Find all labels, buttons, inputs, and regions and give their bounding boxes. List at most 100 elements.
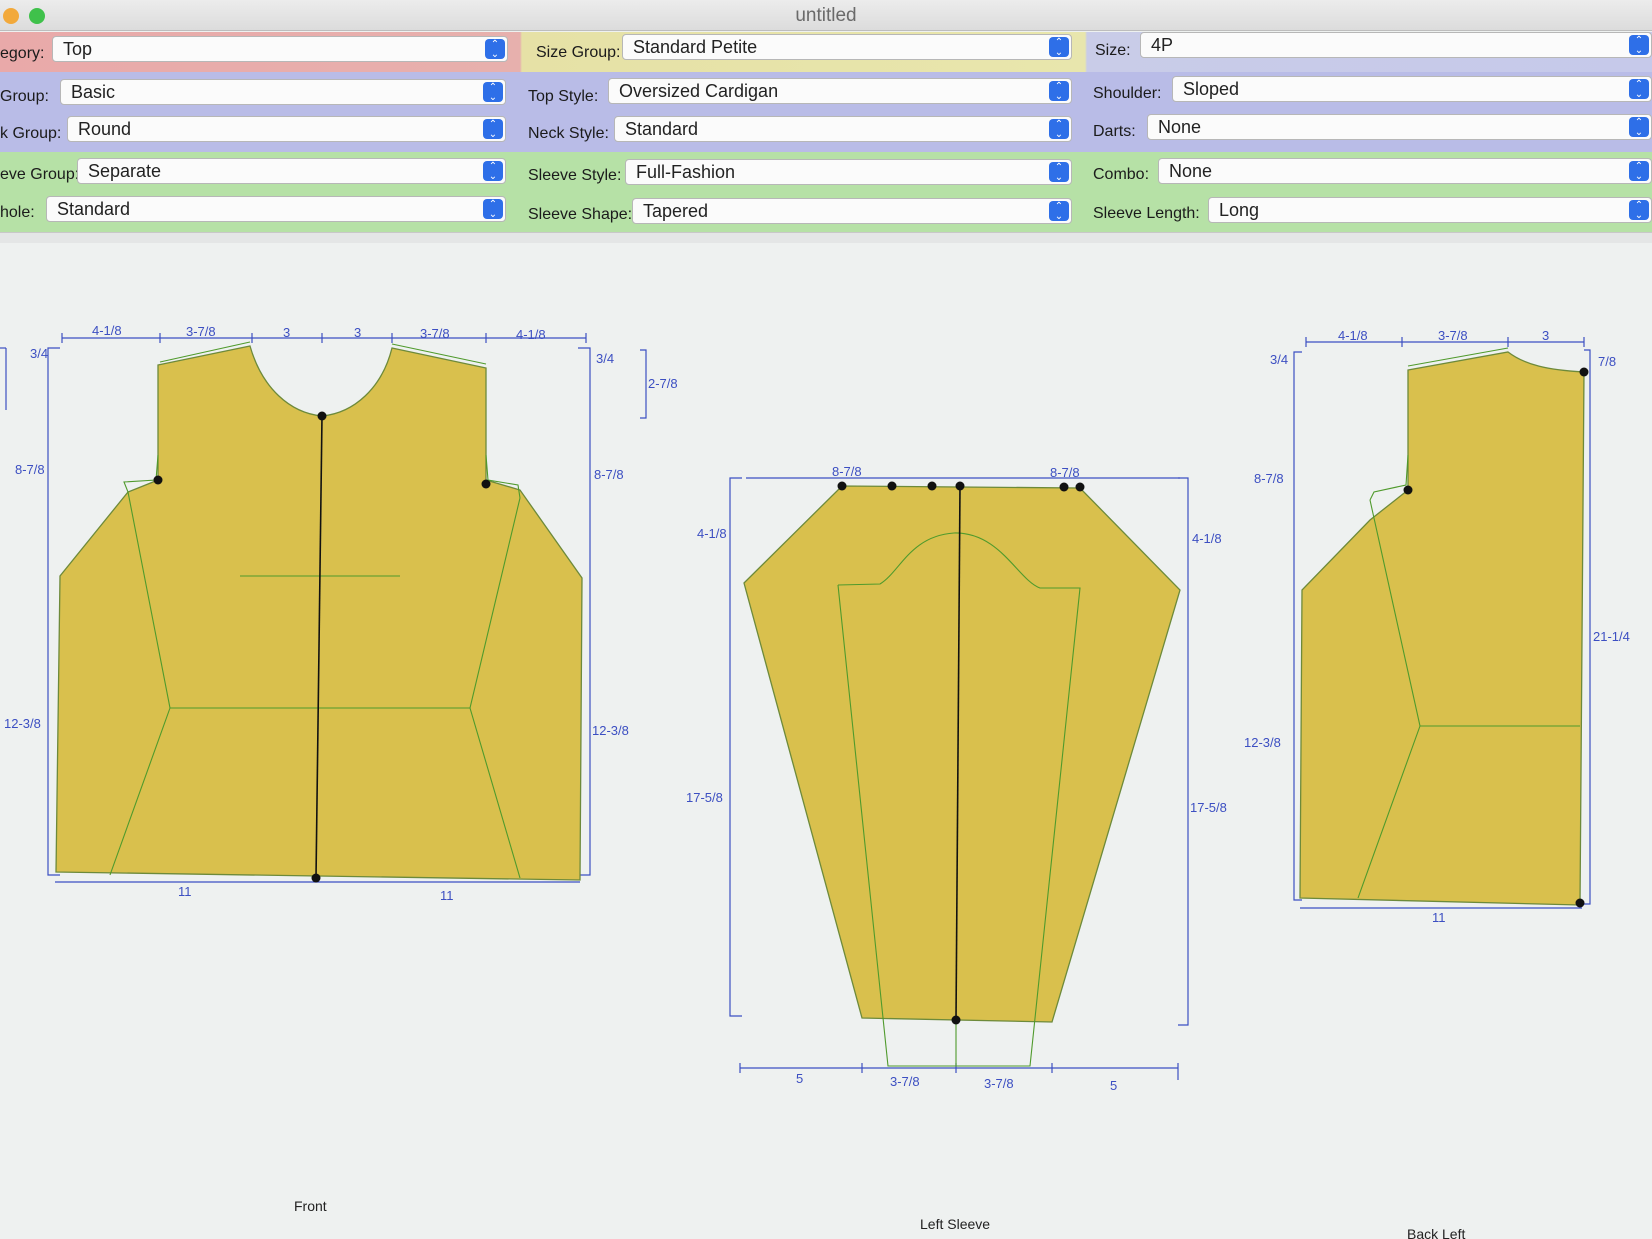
size-group-label: Size Group:	[536, 44, 621, 61]
chevron-updown-icon: ⌃ ⌄	[483, 199, 503, 220]
chevron-updown-icon: ⌃ ⌄	[1049, 201, 1069, 222]
neck-style-label: Neck Style:	[528, 125, 609, 142]
sleeve-shape-label: Sleeve Shape:	[528, 206, 633, 223]
chevron-updown-icon: ⌃ ⌄	[1049, 119, 1069, 140]
chevron-updown-icon: ⌃ ⌄	[1049, 81, 1069, 102]
back-dim-top-2: 3-7/8	[1438, 328, 1468, 343]
sleeve-style-select[interactable]: Full-Fashion ⌃ ⌄	[625, 159, 1072, 185]
splitter[interactable]	[0, 232, 1652, 243]
sleeve-length-label: Sleeve Length:	[1093, 205, 1200, 222]
left-sleeve-piece[interactable]: 8-7/8 8-7/8 4-1/8 4-1/8 17-5/8 17-5/8 5 …	[686, 464, 1227, 1232]
front-dim-top-5: 3-7/8	[420, 326, 450, 341]
top-style-value: Oversized Cardigan	[619, 81, 779, 101]
sleeve-style-label: Sleeve Style:	[528, 167, 622, 184]
sleeve-body-shape	[743, 485, 1181, 1023]
neck-style-select[interactable]: Standard ⌃ ⌄	[614, 116, 1072, 142]
shoulder-select[interactable]: Sloped ⌃ ⌄	[1172, 76, 1652, 102]
back-dim-armhole: 8-7/8	[1254, 471, 1284, 486]
chevron-updown-icon: ⌃ ⌄	[483, 82, 503, 103]
sleeve-dim-bottom-3: 3-7/8	[984, 1076, 1014, 1091]
front-piece[interactable]: 4-1/8 3-7/8 3 3 3-7/8 4-1/8 3/4 3/4 2-7/…	[0, 323, 678, 1214]
front-dim-left-armhole: 8-7/8	[15, 462, 45, 477]
chevron-updown-icon: ⌃ ⌄	[1629, 35, 1649, 56]
combo-value: None	[1169, 161, 1213, 181]
back-body-shape	[1299, 351, 1585, 906]
back-caption: Back Left	[1407, 1226, 1465, 1239]
category-value: Top	[63, 39, 93, 59]
sleeve-length-value: Long	[1219, 200, 1260, 220]
back-dim-top-3: 3	[1542, 328, 1549, 343]
sleeve-dim-bottom-1: 5	[796, 1071, 803, 1086]
back-dim-length: 21-1/4	[1593, 629, 1630, 644]
size-group-select[interactable]: Standard Petite ⌃ ⌄	[622, 34, 1072, 60]
back-dim-neck: 7/8	[1598, 354, 1616, 369]
chevron-updown-icon: ⌃ ⌄	[483, 119, 503, 140]
sleeve-dim-cap-right: 8-7/8	[1050, 465, 1080, 480]
category-select[interactable]: Top ⌃ ⌄	[52, 36, 508, 62]
back-dim-top-1: 4-1/8	[1338, 328, 1368, 343]
sleeve-length-select[interactable]: Long ⌃ ⌄	[1208, 197, 1652, 223]
chevron-updown-icon: ⌃ ⌄	[485, 39, 505, 60]
size-select[interactable]: 4P ⌃ ⌄	[1140, 32, 1652, 58]
group-select[interactable]: Basic ⌃ ⌄	[60, 79, 506, 105]
sleeve-dim-cap-height-right: 4-1/8	[1192, 531, 1222, 546]
front-dim-right-armhole: 8-7/8	[594, 467, 624, 482]
armhole-select[interactable]: Standard ⌃ ⌄	[46, 196, 506, 222]
sleeve-dim-cap-height-left: 4-1/8	[697, 526, 727, 541]
darts-select[interactable]: None ⌃ ⌄	[1147, 114, 1652, 140]
sleeve-caption: Left Sleeve	[920, 1216, 990, 1232]
back-dim-side: 12-3/8	[1244, 735, 1281, 750]
top-style-label: Top Style:	[528, 88, 599, 105]
back-dim-bottom: 11	[1432, 910, 1446, 925]
sleeve-group-label: eve Group:	[0, 166, 80, 183]
front-dim-top-1: 4-1/8	[92, 323, 122, 338]
chevron-updown-icon: ⌃ ⌄	[1049, 162, 1069, 183]
front-caption: Front	[294, 1198, 327, 1214]
chevron-updown-icon: ⌃ ⌄	[483, 161, 503, 182]
sleeve-dim-length-left: 17-5/8	[686, 790, 723, 805]
sleeve-style-value: Full-Fashion	[636, 162, 736, 182]
sleeve-group-select[interactable]: Separate ⌃ ⌄	[77, 158, 506, 184]
size-label: Size:	[1095, 42, 1131, 59]
combo-label: Combo:	[1093, 166, 1150, 183]
front-dim-top-6: 4-1/8	[516, 327, 546, 342]
darts-label: Darts:	[1093, 123, 1136, 140]
chevron-updown-icon: ⌃ ⌄	[1629, 79, 1649, 100]
front-dim-bottom-left: 11	[178, 884, 192, 899]
chevron-updown-icon: ⌃ ⌄	[1049, 37, 1069, 58]
front-dim-left-shoulder: 3/4	[30, 346, 48, 361]
neck-group-value: Round	[78, 119, 132, 139]
title-bar: untitled	[0, 0, 1652, 31]
window-title: untitled	[795, 5, 857, 26]
front-dim-right-shoulder: 3/4	[596, 351, 614, 366]
chevron-updown-icon: ⌃ ⌄	[1629, 161, 1649, 182]
sleeve-dim-bottom-2: 3-7/8	[890, 1074, 920, 1089]
shoulder-label: Shoulder:	[1093, 85, 1162, 102]
pattern-canvas[interactable]: 4-1/8 3-7/8 3 3 3-7/8 4-1/8 3/4 3/4 2-7/…	[0, 243, 1652, 1239]
front-dim-bottom-right: 11	[440, 888, 454, 903]
combo-select[interactable]: None ⌃ ⌄	[1158, 158, 1652, 184]
front-dim-top-4: 3	[354, 325, 361, 340]
sleeve-dim-bottom-4: 5	[1110, 1078, 1117, 1093]
group-value: Basic	[71, 82, 116, 102]
front-dim-left-side: 12-3/8	[4, 716, 41, 731]
front-dim-neck-depth: 2-7/8	[648, 376, 678, 391]
group-label: Group:	[0, 88, 49, 105]
shoulder-value: Sloped	[1183, 79, 1240, 99]
sleeve-shape-select[interactable]: Tapered ⌃ ⌄	[632, 198, 1072, 224]
front-dim-top-2: 3-7/8	[186, 324, 216, 339]
armhole-label: hole:	[0, 204, 35, 221]
pattern-drawing: 4-1/8 3-7/8 3 3 3-7/8 4-1/8 3/4 3/4 2-7/…	[0, 323, 1630, 1239]
darts-value: None	[1158, 117, 1202, 137]
chevron-updown-icon: ⌃ ⌄	[1629, 117, 1649, 138]
back-left-piece[interactable]: 4-1/8 3-7/8 3 3/4 7/8 8-7/8 12-3/8 21-1/…	[1244, 328, 1630, 1239]
top-style-select[interactable]: Oversized Cardigan ⌃ ⌄	[608, 78, 1072, 104]
sleeve-shape-value: Tapered	[643, 201, 709, 221]
size-value: 4P	[1151, 35, 1174, 55]
front-dim-top-3: 3	[283, 325, 290, 340]
neck-group-label: k Group:	[0, 125, 62, 142]
armhole-value: Standard	[57, 199, 131, 219]
sleeve-group-value: Separate	[88, 161, 162, 181]
back-dim-shoulder: 3/4	[1270, 352, 1288, 367]
neck-group-select[interactable]: Round ⌃ ⌄	[67, 116, 506, 142]
